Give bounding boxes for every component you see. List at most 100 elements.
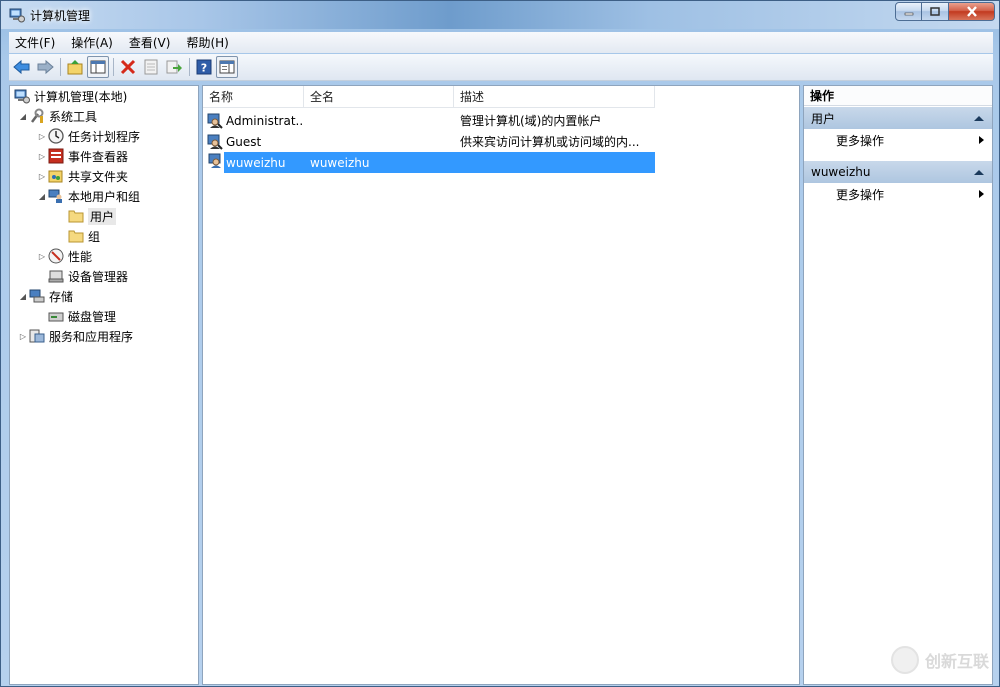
tree-item-performance[interactable]: ▷ 性能 bbox=[36, 246, 92, 266]
more-actions-item[interactable]: 更多操作 bbox=[804, 183, 992, 205]
computer-management-window: 计算机管理 文件(F) 操作(A) 查看(V) 帮助(H) ? 计算机管理(本地… bbox=[0, 0, 1000, 687]
tree-item-computer-management[interactable]: 计算机管理(本地) bbox=[14, 86, 127, 106]
back-arrow-icon bbox=[13, 59, 30, 75]
actions-section-label: 用户 bbox=[811, 111, 836, 126]
expanded-arrow-icon[interactable]: ◢ bbox=[17, 112, 29, 121]
tree-item-disk-management[interactable]: 磁盘管理 bbox=[48, 306, 116, 326]
watermark-text: 创新互联 bbox=[924, 652, 989, 671]
submenu-arrow-icon bbox=[979, 136, 984, 144]
tree-item-users[interactable]: 用户 bbox=[68, 206, 117, 226]
minimize-icon bbox=[904, 12, 913, 15]
help-button[interactable]: ? bbox=[193, 56, 215, 78]
user-name-cell: Administrat... bbox=[226, 113, 304, 128]
column-header-description[interactable]: 描述 bbox=[454, 86, 655, 108]
local-users-groups-icon bbox=[48, 188, 64, 204]
tree-item-label: 组 bbox=[88, 229, 101, 244]
title-bar[interactable]: 计算机管理 bbox=[1, 1, 999, 29]
watermark-logo-icon bbox=[890, 646, 919, 674]
export-list-button[interactable] bbox=[163, 56, 185, 78]
delete-button[interactable] bbox=[117, 56, 139, 78]
column-header-fullname[interactable]: 全名 bbox=[304, 86, 454, 108]
shared-folders-icon bbox=[48, 168, 64, 184]
table-row[interactable]: Guest 供来宾访问计算机或访问域的内... bbox=[203, 131, 655, 152]
tree-item-system-tools[interactable]: ◢ 系统工具 bbox=[17, 106, 97, 126]
properties-button[interactable] bbox=[140, 56, 162, 78]
task-scheduler-icon bbox=[48, 128, 64, 144]
user-list-view: 名称 全名 描述 Administrat... 管理计算机(域)的内置帐户 Gu… bbox=[202, 85, 800, 685]
menu-help[interactable]: 帮助(H) bbox=[186, 34, 228, 51]
toolbar: ? bbox=[9, 54, 993, 81]
actions-pane: 操作 用户 更多操作 wuweizhu 更多操作 bbox=[803, 85, 993, 685]
user-description-cell: 管理计算机(域)的内置帐户 bbox=[460, 114, 602, 128]
storage-icon bbox=[29, 288, 45, 304]
collapsed-arrow-icon[interactable]: ▷ bbox=[36, 132, 48, 141]
delete-icon bbox=[120, 59, 136, 75]
table-row[interactable]: Administrat... 管理计算机(域)的内置帐户 bbox=[203, 110, 655, 131]
menu-view[interactable]: 查看(V) bbox=[129, 34, 171, 51]
expanded-arrow-icon[interactable]: ◢ bbox=[36, 192, 48, 201]
up-level-button[interactable] bbox=[64, 56, 86, 78]
tree-item-shared-folders[interactable]: ▷ 共享文件夹 bbox=[36, 166, 128, 186]
tree-item-label: 计算机管理(本地) bbox=[34, 89, 128, 104]
column-header-name[interactable]: 名称 bbox=[203, 86, 304, 108]
forward-button[interactable] bbox=[34, 56, 56, 78]
maximize-button[interactable] bbox=[922, 2, 949, 21]
up-folder-icon bbox=[67, 60, 83, 75]
collapsed-arrow-icon[interactable]: ▷ bbox=[17, 332, 29, 341]
actions-section-header[interactable]: wuweizhu bbox=[804, 160, 992, 183]
action-pane-icon bbox=[219, 60, 235, 74]
user-name-cell: wuweizhu bbox=[226, 155, 286, 170]
computer-management-icon bbox=[14, 88, 30, 104]
back-button[interactable] bbox=[11, 56, 33, 78]
tree-item-task-scheduler[interactable]: ▷ 任务计划程序 bbox=[36, 126, 140, 146]
tree-item-event-viewer[interactable]: ▷ 事件查看器 bbox=[36, 146, 128, 166]
help-icon: ? bbox=[196, 59, 212, 75]
expanded-arrow-icon[interactable]: ◢ bbox=[17, 292, 29, 301]
collapsed-arrow-icon[interactable]: ▷ bbox=[36, 172, 48, 181]
maximize-icon bbox=[930, 6, 940, 16]
collapsed-arrow-icon[interactable]: ▷ bbox=[36, 152, 48, 161]
export-list-icon bbox=[166, 60, 182, 74]
actions-section-label: wuweizhu bbox=[811, 165, 871, 179]
collapse-arrow-icon[interactable] bbox=[974, 115, 984, 121]
menu-action[interactable]: 操作(A) bbox=[71, 34, 113, 51]
tree-item-storage[interactable]: ◢ 存储 bbox=[17, 286, 73, 306]
show-hide-tree-button[interactable] bbox=[87, 56, 109, 78]
computer-management-icon bbox=[9, 7, 25, 23]
window-title: 计算机管理 bbox=[30, 9, 91, 23]
collapse-arrow-icon[interactable] bbox=[974, 169, 984, 175]
show-hide-tree-icon bbox=[90, 60, 106, 74]
menu-file[interactable]: 文件(F) bbox=[15, 34, 55, 51]
tree-item-label: 任务计划程序 bbox=[68, 129, 141, 144]
list-header: 名称 全名 描述 bbox=[203, 86, 655, 108]
tree-item-label: 用户 bbox=[88, 207, 117, 225]
close-icon bbox=[966, 6, 977, 17]
user-description-cell: 供来宾访问计算机或访问域的内... bbox=[460, 135, 640, 149]
more-actions-label: 更多操作 bbox=[836, 133, 885, 148]
tree-item-label: 服务和应用程序 bbox=[49, 329, 134, 344]
tree-item-label: 本地用户和组 bbox=[68, 189, 141, 204]
more-actions-label: 更多操作 bbox=[836, 187, 885, 202]
toolbar-separator bbox=[60, 58, 61, 76]
actions-section-header[interactable]: 用户 bbox=[804, 106, 992, 129]
user-name-cell: Guest bbox=[226, 134, 262, 149]
close-button[interactable] bbox=[949, 2, 995, 21]
tree-item-label: 性能 bbox=[68, 249, 93, 264]
watermark: 创新互联 bbox=[890, 646, 989, 674]
tree-item-device-manager[interactable]: 设备管理器 bbox=[48, 266, 128, 286]
user-account-icon bbox=[207, 113, 223, 129]
tree-item-groups[interactable]: 组 bbox=[68, 226, 100, 246]
tree-item-local-users-groups[interactable]: ◢ 本地用户和组 bbox=[36, 186, 140, 206]
folder-icon bbox=[68, 228, 84, 244]
collapsed-arrow-icon[interactable]: ▷ bbox=[36, 252, 48, 261]
tree-item-label: 设备管理器 bbox=[68, 269, 129, 284]
tree-item-label: 存储 bbox=[49, 289, 74, 304]
user-account-icon bbox=[208, 153, 224, 169]
more-actions-item[interactable]: 更多操作 bbox=[804, 129, 992, 151]
user-account-icon bbox=[207, 134, 223, 150]
minimize-button[interactable] bbox=[895, 2, 922, 21]
tree-item-services-applications[interactable]: ▷ 服务和应用程序 bbox=[17, 326, 133, 346]
forward-arrow-icon bbox=[37, 59, 54, 75]
table-row-selected[interactable]: wuweizhu wuweizhu bbox=[224, 152, 655, 173]
show-hide-action-pane-button[interactable] bbox=[216, 56, 238, 78]
